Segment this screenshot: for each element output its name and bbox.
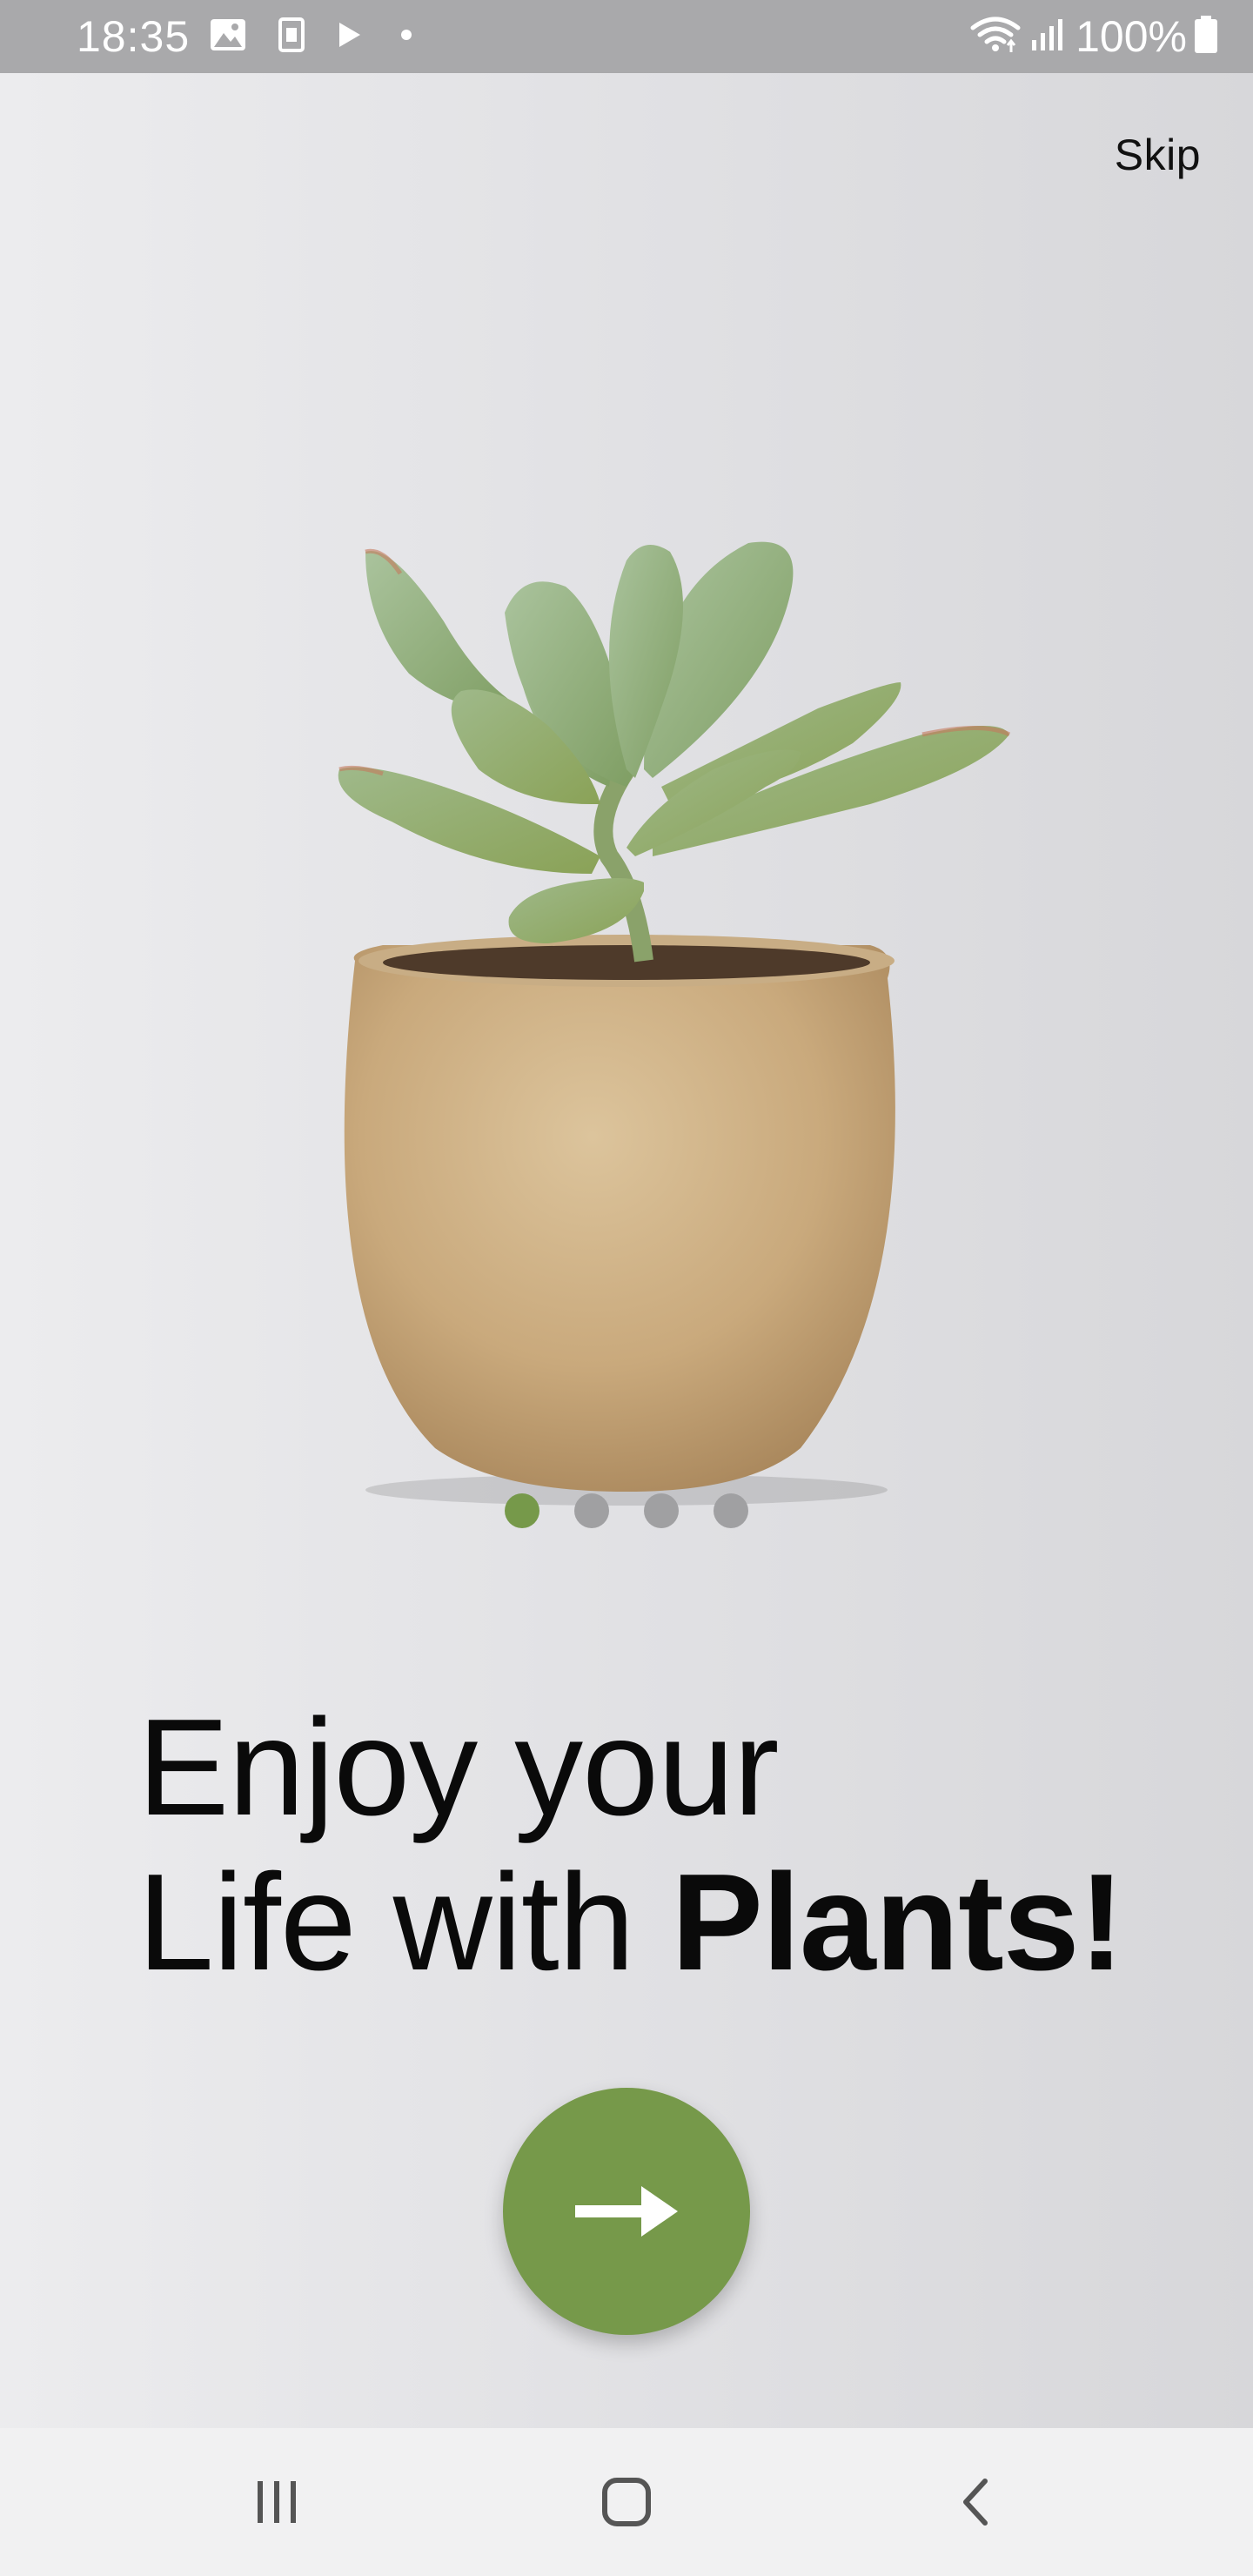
recent-apps-button[interactable] (224, 2463, 329, 2541)
succulent-in-pot-image (338, 541, 1011, 1506)
headline-line-1: Enjoy your (137, 1691, 780, 1844)
page-indicator (505, 1492, 748, 1530)
gallery-icon (209, 17, 247, 57)
status-system-icons: 100% (969, 12, 1218, 61)
home-button[interactable] (574, 2463, 679, 2541)
back-button[interactable] (924, 2463, 1029, 2541)
skip-button[interactable]: Skip (1115, 129, 1201, 181)
battery-percent: 100% (1075, 12, 1187, 61)
battery-icon (1194, 15, 1218, 58)
system-nav-bar (0, 2428, 1253, 2576)
page-dot[interactable] (574, 1493, 609, 1528)
headline-line-2-bold: Plants! (671, 1846, 1125, 1999)
headline-line-2: Life with Plants! (137, 1845, 1125, 2000)
next-button[interactable] (503, 2088, 750, 2335)
page-dot[interactable] (714, 1493, 748, 1528)
notification-app-icon (278, 17, 305, 57)
status-time: 18:35 (77, 12, 191, 61)
status-notification-icons (209, 17, 412, 57)
recent-apps-icon (258, 2481, 296, 2523)
wifi-icon (969, 16, 1022, 58)
arrow-right-icon (575, 2186, 678, 2237)
dot-icon (400, 29, 412, 45)
status-bar: 18:35 100% (0, 0, 1253, 73)
home-icon (602, 2478, 651, 2526)
play-icon (338, 21, 362, 53)
headline-line-2-regular: Life with (137, 1846, 672, 1999)
signal-icon (1030, 17, 1065, 57)
page-dot[interactable] (644, 1493, 679, 1528)
back-icon (963, 2479, 988, 2526)
headline: Enjoy your Life with Plants! (137, 1690, 1125, 2000)
page-dot-active[interactable] (505, 1493, 539, 1528)
onboarding-screen: Skip Enjoy your Life with Plants! (0, 73, 1253, 2428)
